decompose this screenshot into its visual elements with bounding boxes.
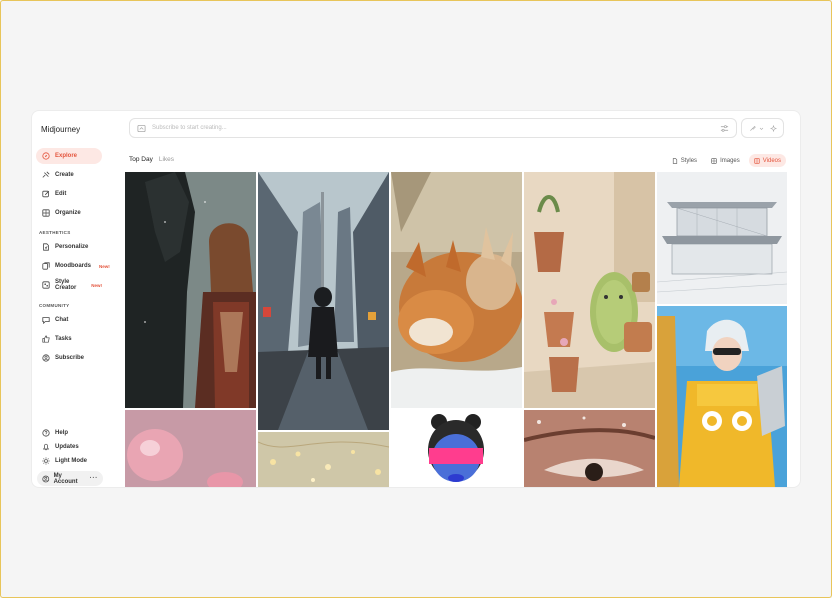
sidebar-item-tasks[interactable]: Tasks [36,331,102,347]
sidebar-item-explore[interactable]: Explore [36,148,102,164]
aesthetics-section-label: AESTHETICS [39,230,71,235]
filter-videos[interactable]: Videos [748,154,786,167]
bell-icon [42,443,50,451]
bokeh-lights-image[interactable] [258,432,389,487]
sidebar-item-label: Moodboards [55,263,91,269]
sidebar-item-light-mode[interactable]: Light Mode [36,453,102,469]
sparkle-icon[interactable] [769,124,777,132]
edit-icon [42,190,50,198]
sidebar-item-chat[interactable]: Chat [36,312,102,328]
sidebar-item-label: Updates [55,444,79,450]
tab-top-day[interactable]: Top Day [129,156,153,163]
masked-figure-image[interactable] [391,410,522,487]
moodboard-icon [42,262,50,270]
new-badge: New! [99,263,110,269]
palette-icon [42,281,50,289]
chevron-down-icon[interactable] [759,126,764,131]
sidebar-item-create[interactable]: Create [36,167,102,183]
create-icon [42,171,50,178]
brush-icon[interactable] [749,125,756,132]
sidebar-item-label: Light Mode [55,458,87,464]
sidebar-item-organize[interactable]: Organize [36,205,102,221]
city-street-walker-image[interactable] [258,172,389,430]
more-icon[interactable]: ··· [90,475,99,482]
account-button[interactable]: My Account ··· [37,471,103,486]
help-icon [42,429,50,437]
sidebar-item-label: Style Creator [55,279,77,291]
tab-likes[interactable]: Likes [159,156,174,163]
images-icon [711,157,717,164]
anime-character-yellow-image[interactable] [657,306,787,487]
chat-icon [42,317,50,324]
user-circle-icon [42,475,50,482]
sidebar-item-label: Personalize [55,244,89,250]
personalize-icon [43,243,49,251]
green-creature-plants-image[interactable] [524,172,655,408]
user-circle-icon [42,354,50,362]
account-label: My Account [53,472,78,485]
filter-styles[interactable]: Styles [667,154,702,167]
feed-tabs: Top Day Likes [129,156,174,163]
prompt-bar[interactable]: Subscribe to start creating... [129,118,737,138]
modern-house-sketch-image[interactable] [657,172,787,304]
sidebar-item-label: Edit [55,191,67,197]
woman-with-horse-image[interactable] [125,172,256,408]
filter-label: Images [720,157,740,164]
brand-logo[interactable]: Midjourney [41,125,80,134]
community-section-label: COMMUNITY [39,303,70,308]
sidebar-item-label: Help [55,430,69,436]
eye-closeup-image[interactable] [524,410,655,487]
app-window: Midjourney Explore Create Edit Organize … [32,111,800,487]
sleeping-foxes-image[interactable] [391,172,522,408]
compass-icon [42,152,50,160]
prompt-input[interactable]: Subscribe to start creating... [152,125,227,131]
new-badge: New! [91,282,102,288]
thumbs-up-icon [42,335,50,343]
media-filters: Styles Images Videos [667,154,786,167]
filter-label: Styles [680,157,698,164]
settings-sliders-icon[interactable] [720,124,729,133]
sidebar-item-label: Tasks [55,336,72,342]
styles-icon [672,157,677,164]
filter-label: Videos [762,157,781,164]
video-icon [754,157,760,164]
filter-images[interactable]: Images [706,154,745,167]
sidebar: Midjourney Explore Create Edit Organize … [32,111,120,487]
sidebar-item-label: Chat [55,317,69,323]
gallery-grid [125,172,787,487]
sidebar-item-personalize[interactable]: Personalize [36,239,102,255]
sidebar-item-label: Create [55,172,74,178]
sidebar-item-label: Organize [55,210,81,216]
grid-icon [42,209,50,217]
sidebar-item-label: Explore [55,153,78,159]
image-upload-icon[interactable] [137,124,146,133]
sidebar-item-style-creator[interactable]: Style Creator New! [36,277,102,293]
search-options[interactable] [741,118,784,138]
sun-icon [42,457,50,465]
sidebar-item-moodboards[interactable]: Moodboards New! [36,258,110,274]
sidebar-item-edit[interactable]: Edit [36,186,102,202]
pink-balloon-image[interactable] [125,410,256,487]
sidebar-item-subscribe[interactable]: Subscribe [36,350,102,366]
sidebar-item-label: Subscribe [55,355,85,361]
